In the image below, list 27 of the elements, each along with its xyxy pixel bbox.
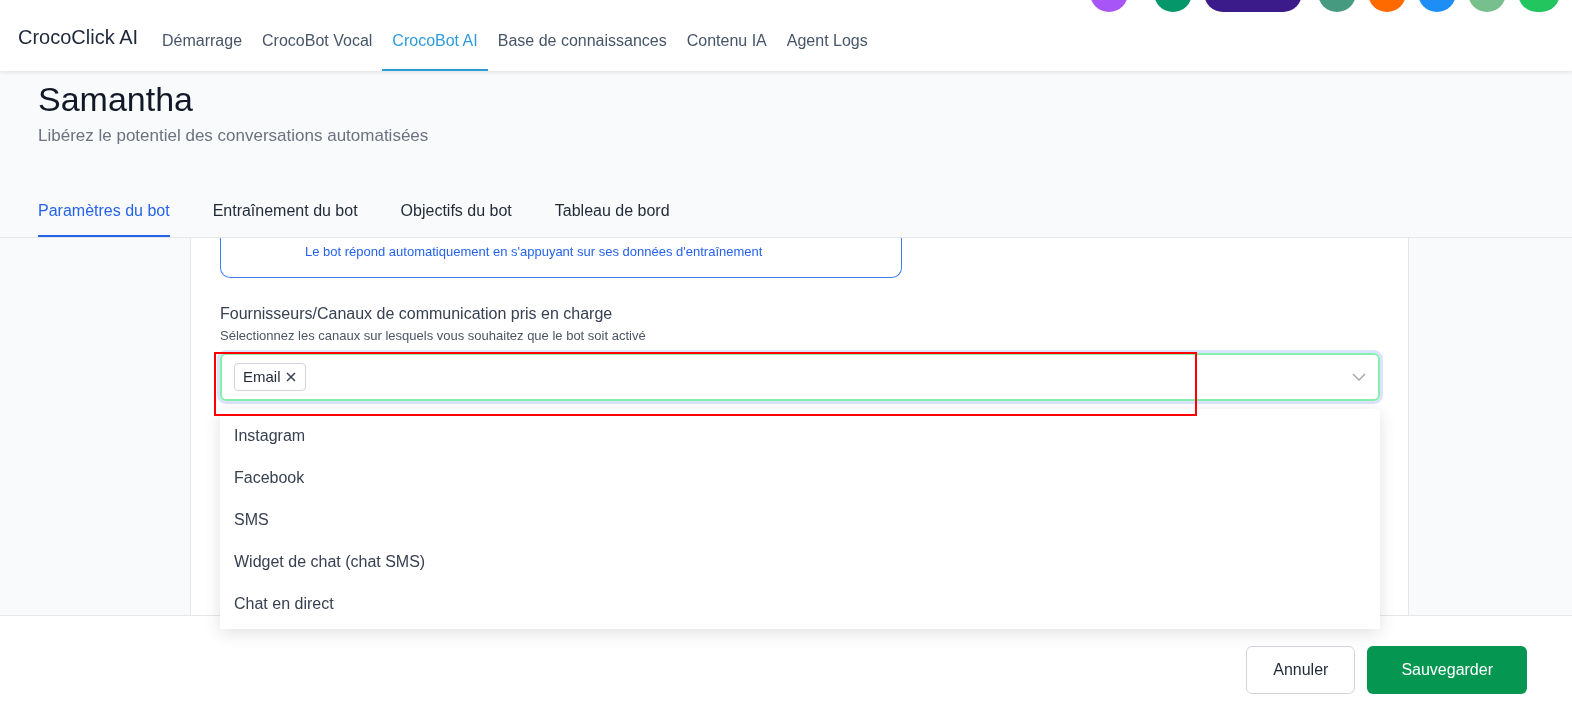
nav-tab[interactable]: CrocoBot Vocal (252, 29, 383, 71)
dropdown-option[interactable]: Instagram (220, 415, 1380, 457)
dropdown-option[interactable]: Widget de chat (chat SMS) (220, 541, 1380, 583)
channels-hint: Sélectionnez les canaux sur lesquels vous souhaitez que le bot soit activé (220, 326, 647, 345)
brand-name: CrocoClick AI (18, 25, 139, 50)
nav-tab[interactable]: Démarrage (152, 29, 253, 71)
save-button[interactable]: Sauvegarder (1367, 645, 1527, 694)
cancel-button[interactable]: Annuler (1246, 645, 1356, 694)
tag-label: Email (243, 366, 281, 387)
dropdown-option[interactable]: SMS (220, 499, 1380, 541)
selected-tag[interactable]: Email (234, 363, 306, 391)
channels-label: Fournisseurs/Canaux de communication pris en charge (220, 303, 614, 324)
page-subtitle: Libérez le potentiel des conversations automatisées (38, 125, 430, 147)
dropdown-option[interactable]: Facebook (220, 457, 1380, 499)
settings-tab[interactable]: Tableau de bord (554, 198, 670, 237)
dropdown-option[interactable]: Chat en direct (220, 583, 1380, 625)
channels-select[interactable]: Email (220, 353, 1380, 401)
nav-tab[interactable]: Contenu IA (676, 29, 777, 71)
nav-tab[interactable]: Base de connaissances (487, 29, 677, 71)
close-icon[interactable] (284, 371, 297, 383)
mode-description: Le bot répond automatiquement en s'appuyant sur ses données d'entraînement (305, 243, 763, 259)
settings-tab[interactable]: Objectifs du bot (400, 198, 512, 237)
chevron-down-icon (1352, 373, 1366, 381)
page-title: Samantha (38, 79, 194, 119)
nav-tab[interactable]: Agent Logs (776, 29, 878, 71)
settings-tab[interactable]: Entraînement du bot (212, 198, 358, 237)
settings-tab[interactable]: Paramètres du bot (38, 198, 170, 237)
